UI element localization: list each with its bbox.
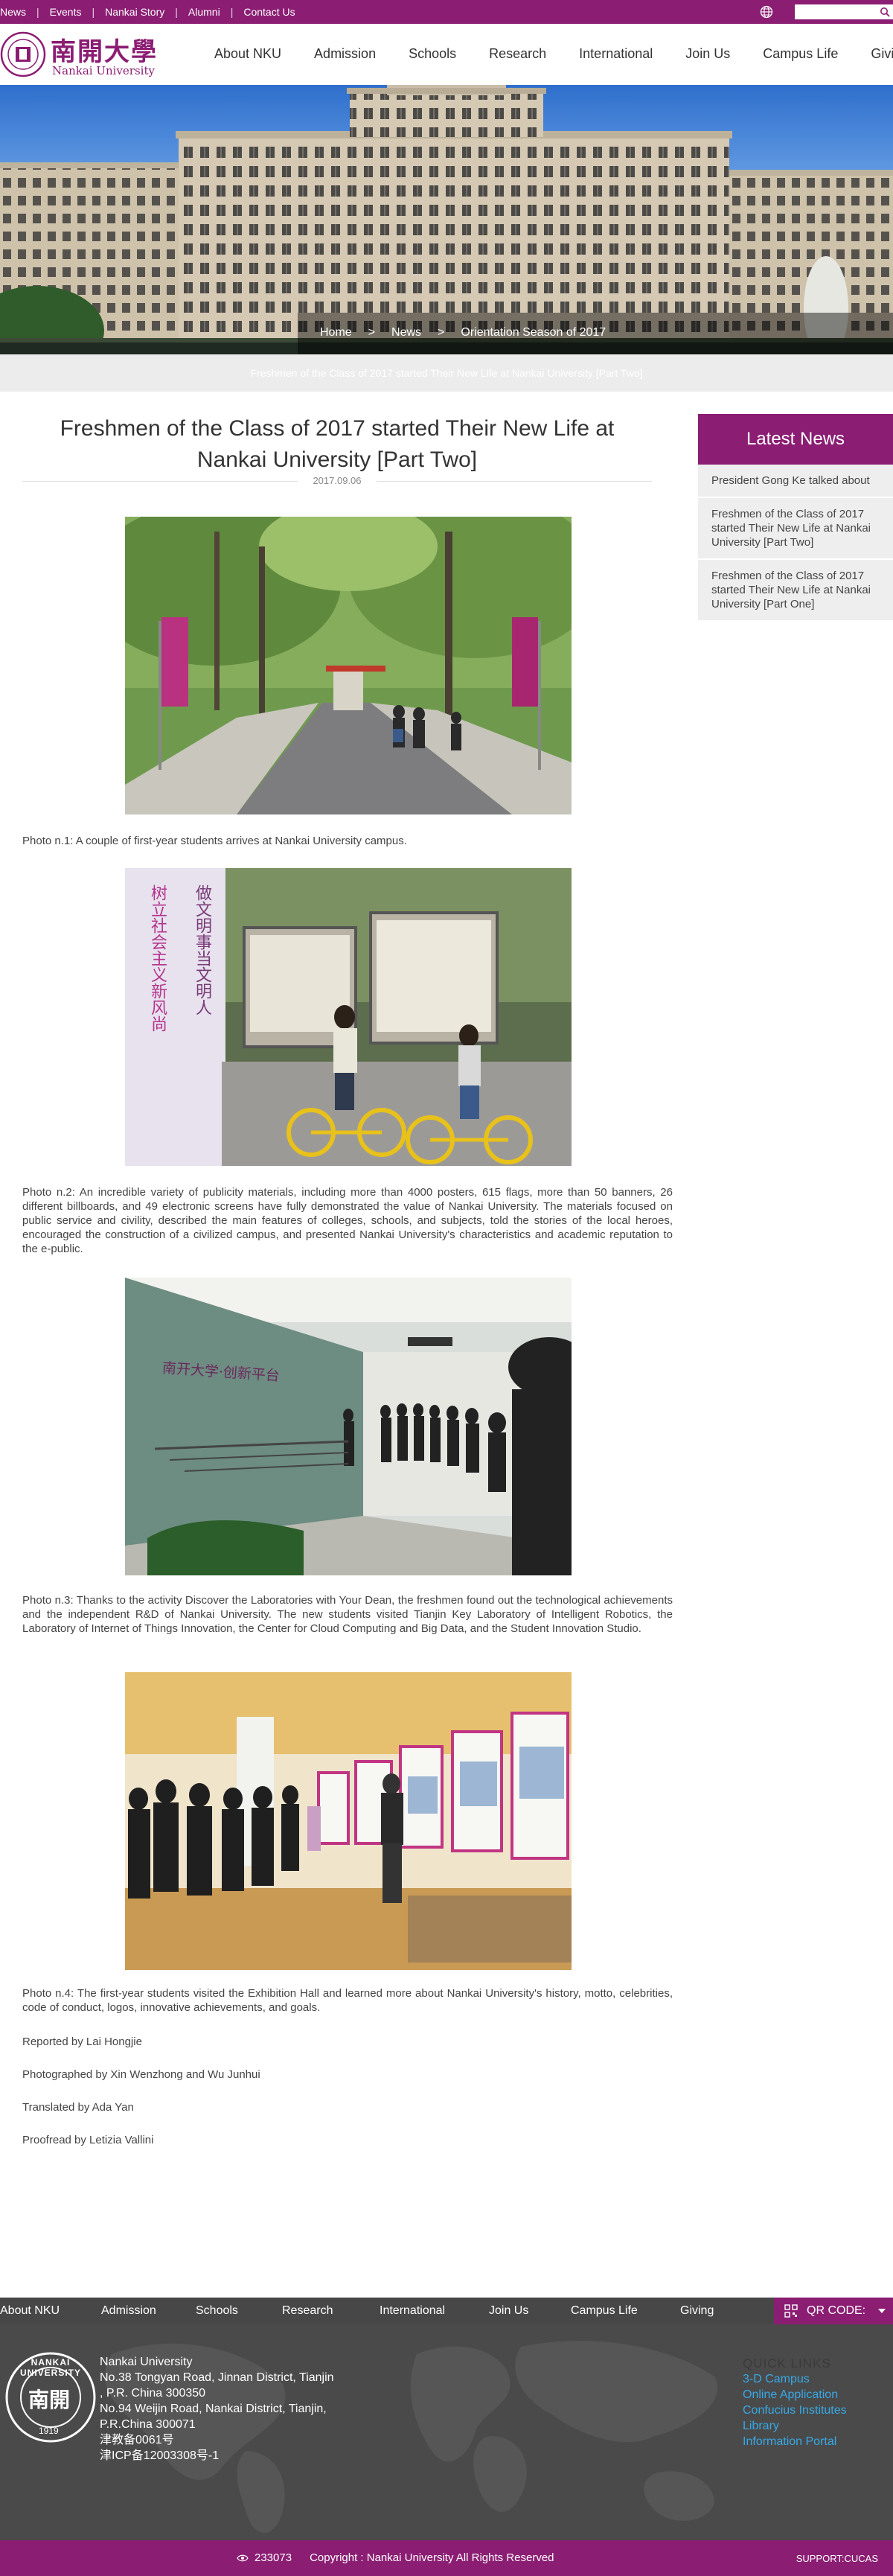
quick-link-confucius-institutes[interactable]: Confucius Institutes [743, 2403, 847, 2418]
university-seal: NANKAI UNIVERSITY 南開 1919 [4, 2351, 97, 2443]
search-box [795, 4, 893, 19]
visit-counter: 233073 [255, 2551, 292, 2564]
top-link-news[interactable]: News [0, 6, 26, 18]
footer-nav-international[interactable]: International [380, 2304, 489, 2318]
photo-3-laboratory-corridor: 南开大学·创新平台 [125, 1278, 572, 1575]
breadcrumb-home[interactable]: Home [320, 326, 352, 354]
nav-giving[interactable]: Giving [871, 46, 893, 62]
photo-2-publicity-materials: 做文明事当文明人 树立社会主义新风尚 [125, 868, 572, 1166]
latest-news-item[interactable]: President Gong Ke talked about [698, 465, 893, 498]
top-link-events[interactable]: Events [50, 6, 82, 18]
top-link-nankai-story[interactable]: Nankai Story [105, 6, 164, 18]
seal-year: 1919 [39, 2426, 59, 2436]
copyright-text: Copyright : Nankai University All Rights… [310, 2551, 554, 2564]
latest-news-sidebar: Latest News President Gong Ke talked abo… [698, 414, 893, 622]
photo-1-campus-avenue [125, 517, 572, 814]
breadcrumb: Home > News > Orientation Season of 2017 [298, 313, 893, 354]
footer-links: About NKU Admission Schools Research Int… [0, 2304, 740, 2318]
latest-news-item[interactable]: Freshmen of the Class of 2017 started Th… [698, 560, 893, 622]
globe-icon[interactable] [759, 4, 774, 19]
quick-link-information-portal[interactable]: Information Portal [743, 2434, 847, 2449]
divider: | [92, 6, 95, 18]
credit-translated-by: Translated by Ada Yan [22, 2101, 134, 2114]
footer-nav-giving[interactable]: Giving [680, 2304, 740, 2318]
quick-links: QUICK LINKS 3-D Campus Online Applicatio… [743, 2356, 847, 2449]
photo-4-caption: Photo n.4: The first-year students visit… [22, 1987, 673, 2014]
top-link-alumni[interactable]: Alumni [188, 6, 220, 18]
quick-link-online-application[interactable]: Online Application [743, 2387, 847, 2403]
credit-proofread-by: Proofread by Letizia Vallini [22, 2134, 154, 2146]
nav-about-nku[interactable]: About NKU [214, 46, 281, 62]
logo-english-name: Nankai University [52, 64, 155, 77]
photo-4-exhibition-hall [125, 1672, 572, 1970]
breadcrumb-news[interactable]: News [391, 326, 421, 354]
address-line: Nankai University [100, 2356, 193, 2368]
breadcrumb-current: Orientation Season of 2017 [461, 326, 606, 339]
footer-nav-campus-life[interactable]: Campus Life [571, 2304, 680, 2318]
photo-1-caption: Photo n.1: A couple of first-year studen… [22, 835, 407, 847]
breadcrumb-separator: > [368, 326, 376, 339]
address-line: , P.R. China 300350 [100, 2387, 206, 2400]
nav-admission[interactable]: Admission [314, 46, 376, 62]
main-nav: About NKU Admission Schools Research Int… [214, 46, 893, 62]
photo-2-slogan-right: 做文明事当文明人 [193, 884, 211, 1016]
address-line: 津教备0061号 [100, 2434, 174, 2446]
address-line: No.38 Tongyan Road, Jinnan District, Tia… [100, 2371, 334, 2384]
footer-nav-join-us[interactable]: Join Us [489, 2304, 571, 2318]
photo-3-caption: Photo n.3: Thanks to the activity Discov… [22, 1594, 673, 1635]
nav-join-us[interactable]: Join Us [685, 46, 730, 62]
copyright-bar: 233073 Copyright : Nankai University All… [0, 2540, 893, 2576]
nav-international[interactable]: International [579, 46, 653, 62]
eye-icon [237, 2554, 249, 2561]
qr-code-button[interactable]: QR CODE: [774, 2298, 893, 2324]
latest-news-item[interactable]: Freshmen of the Class of 2017 started Th… [698, 498, 893, 560]
article-date: 2017.09.06 [22, 475, 652, 486]
qr-code-label: QR CODE: [807, 2304, 866, 2317]
nav-research[interactable]: Research [489, 46, 546, 62]
quick-link-library[interactable]: Library [743, 2418, 847, 2434]
footer-address: Nankai University No.38 Tongyan Road, Ji… [100, 2354, 334, 2464]
footer-nav-about-nku[interactable]: About NKU [0, 2304, 101, 2318]
seal-chinese: 南開 [28, 2388, 71, 2412]
site-header: 南開大學 Nankai University About NKU Admissi… [0, 24, 893, 85]
logo-chinese-name: 南開大學 [51, 37, 158, 67]
credit-photographed-by: Photographed by Xin Wenzhong and Wu Junh… [22, 2068, 260, 2081]
photo-2-caption: Photo n.2: An incredible variety of publ… [22, 1186, 673, 1255]
seal-text: NANKAI UNIVERSITY [19, 2357, 81, 2378]
footer-nav-admission[interactable]: Admission [101, 2304, 196, 2318]
support-link[interactable]: SUPPORT:CUCAS [796, 2553, 878, 2564]
top-link-contact-us[interactable]: Contact Us [243, 6, 295, 18]
seal-icon [0, 31, 46, 77]
nav-schools[interactable]: Schools [409, 46, 456, 62]
article-title: Freshmen of the Class of 2017 started Th… [60, 416, 615, 472]
caret-down-icon [878, 2309, 886, 2313]
divider: | [36, 6, 39, 18]
copyright-center: 233073 Copyright : Nankai University All… [237, 2551, 554, 2564]
breadcrumb-separator: > [438, 326, 445, 339]
photo-2-slogan-left: 树立社会主义新风尚 [148, 884, 167, 1032]
footer-nav: About NKU Admission Schools Research Int… [0, 2298, 893, 2324]
search-input[interactable] [795, 4, 875, 19]
divider: | [230, 6, 234, 18]
qr-code-icon [784, 2304, 798, 2318]
latest-news-heading: Latest News [698, 414, 893, 465]
top-bar: News | Events | Nankai Story | Alumni | Cont… [0, 0, 893, 24]
university-logo[interactable]: 南開大學 Nankai University [0, 31, 160, 79]
search-icon[interactable] [880, 7, 890, 17]
divider: | [175, 6, 178, 18]
nav-campus-life[interactable]: Campus Life [763, 46, 838, 62]
site-footer: NANKAI UNIVERSITY 南開 1919 Nankai Univers… [0, 2324, 893, 2540]
banner-ghost-title: Freshmen of the Class of 2017 started Th… [0, 354, 893, 392]
quick-link-3d-campus[interactable]: 3-D Campus [743, 2371, 847, 2387]
address-line: 津ICP备12003308号-1 [100, 2449, 220, 2462]
quick-links-title: QUICK LINKS [743, 2356, 831, 2371]
credit-reported-by: Reported by Lai Hongjie [22, 2035, 142, 2048]
address-line: P.R.China 300071 [100, 2418, 196, 2431]
footer-nav-research[interactable]: Research [282, 2304, 380, 2318]
top-links: News | Events | Nankai Story | Alumni | Cont… [0, 6, 295, 18]
address-line: No.94 Weijin Road, Nankai District, Tian… [100, 2403, 327, 2415]
footer-nav-schools[interactable]: Schools [196, 2304, 282, 2318]
